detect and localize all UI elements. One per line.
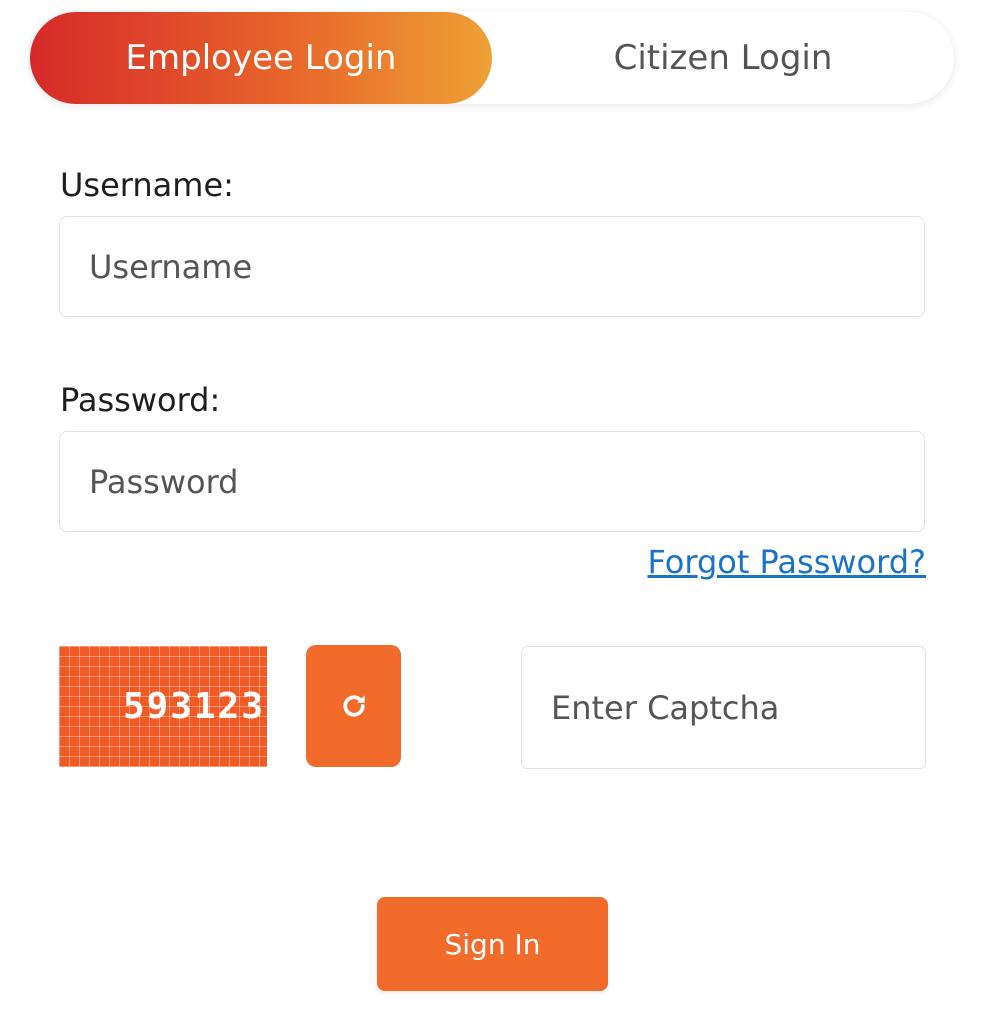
username-input[interactable] (59, 216, 925, 317)
tab-employee-login[interactable]: Employee Login (30, 12, 492, 104)
captcha-input[interactable] (521, 646, 926, 769)
forgot-password-link[interactable]: Forgot Password? (648, 543, 927, 581)
tab-employee-login-label: Employee Login (125, 38, 397, 78)
tab-citizen-login-label: Citizen Login (613, 38, 833, 78)
username-label: Username: (60, 166, 234, 204)
refresh-icon (342, 695, 365, 717)
sign-in-button[interactable]: Sign In (377, 897, 608, 991)
captcha-image: 593123 (59, 646, 267, 767)
password-input[interactable] (59, 431, 925, 532)
password-label: Password: (60, 381, 221, 419)
refresh-captcha-button[interactable] (306, 645, 401, 767)
tab-citizen-login[interactable]: Citizen Login (492, 12, 954, 104)
captcha-code: 593123 (122, 686, 265, 727)
login-type-tabs: Employee Login Citizen Login (30, 12, 954, 104)
